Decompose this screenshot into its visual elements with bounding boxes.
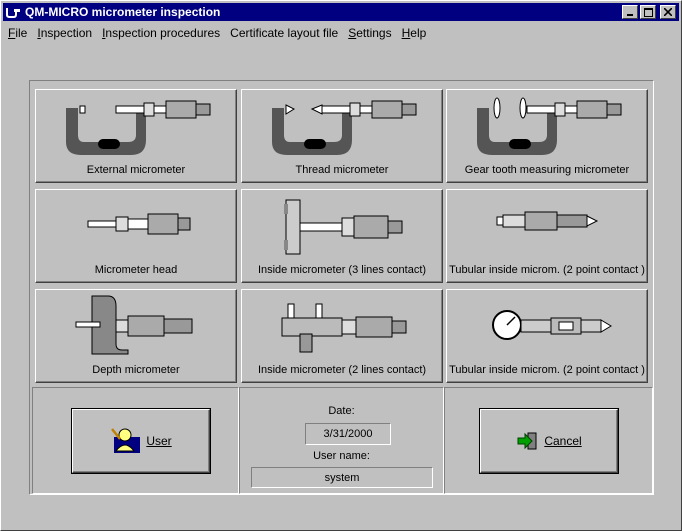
instrument-label: Thread micrometer: [295, 164, 389, 176]
tile-inside-micrometer-3-lines[interactable]: Inside micrometer (3 lines contact): [241, 189, 443, 283]
menu-file[interactable]: File: [3, 26, 32, 40]
thread-micrometer-icon: [272, 100, 417, 155]
window-title: QM-MICRO micrometer inspection: [25, 5, 221, 19]
instrument-label: External micrometer: [86, 164, 186, 176]
instrument-label: Inside micrometer (3 lines contact): [257, 264, 427, 276]
instrument-selection-area: External micrometer Thread micrometer Ge…: [29, 80, 654, 495]
menu-inspection[interactable]: Inspection: [32, 26, 97, 40]
micrometer-head-icon: [87, 213, 191, 235]
cancel-button-label: Cancel: [544, 434, 582, 448]
user-button[interactable]: User: [72, 409, 210, 473]
tile-gear-tooth-micrometer[interactable]: Gear tooth measuring micrometer: [446, 89, 648, 183]
maximize-icon: [643, 7, 653, 17]
micrometer-app-icon: [6, 8, 20, 18]
session-info-panel: Date: 3/31/2000 User name: system: [239, 387, 444, 494]
username-label: User name:: [313, 450, 370, 462]
close-icon: [664, 8, 672, 16]
user-pencil-icon: [111, 428, 141, 453]
menu-bar: File Inspection Inspection procedures Ce…: [3, 23, 679, 42]
cancel-panel: Cancel: [444, 387, 653, 494]
menu-help[interactable]: Help: [397, 26, 432, 40]
close-button[interactable]: [660, 5, 676, 19]
dial-micrometer-icon: [492, 310, 612, 340]
maximize-button[interactable]: [640, 5, 656, 19]
username-field: system: [251, 467, 433, 488]
instrument-label: Tubular inside microm. (2 point contact …: [449, 264, 645, 276]
cancel-button[interactable]: Cancel: [480, 409, 618, 473]
title-bar[interactable]: QM-MICRO micrometer inspection: [3, 3, 679, 21]
tile-depth-micrometer[interactable]: Depth micrometer: [35, 289, 237, 383]
inside-micrometer-3-lines-icon: [284, 199, 403, 255]
instrument-label: Depth micrometer: [92, 364, 180, 376]
tile-tubular-inside-micrometer[interactable]: Tubular inside microm. (2 point contact …: [446, 189, 648, 283]
instrument-label: Tubular inside microm. (2 point contact …: [449, 364, 645, 376]
tile-inside-micrometer-2-lines[interactable]: Inside micrometer (2 lines contact): [241, 289, 443, 383]
menu-inspection-procedures[interactable]: Inspection procedures: [97, 26, 225, 40]
menu-settings[interactable]: Settings: [343, 26, 396, 40]
tubular-inside-micrometer-icon: [496, 211, 599, 231]
minimize-button[interactable]: [622, 5, 638, 19]
user-panel: User: [32, 387, 239, 494]
instrument-label: Micrometer head: [94, 264, 178, 276]
date-field: 3/31/2000: [305, 423, 391, 445]
instrument-label: Inside micrometer (2 lines contact): [257, 364, 427, 376]
date-label: Date:: [328, 405, 355, 417]
depth-micrometer-icon: [75, 295, 193, 355]
minimize-icon: [627, 14, 633, 16]
instrument-label: Gear tooth measuring micrometer: [464, 164, 630, 176]
external-micrometer-icon: [66, 100, 211, 155]
tile-external-micrometer[interactable]: External micrometer: [35, 89, 237, 183]
tile-micrometer-head[interactable]: Micrometer head: [35, 189, 237, 283]
gear-tooth-micrometer-icon: [477, 97, 622, 155]
exit-arrow-icon: [517, 432, 537, 450]
main-window: QM-MICRO micrometer inspection File Insp…: [0, 0, 682, 531]
user-button-label: User: [146, 434, 172, 448]
inside-micrometer-2-lines-icon: [281, 303, 407, 353]
menu-certificate-layout-file[interactable]: Certificate layout file: [225, 26, 343, 40]
tile-thread-micrometer[interactable]: Thread micrometer: [241, 89, 443, 183]
tile-tubular-inside-micrometer-dial[interactable]: Tubular inside microm. (2 point contact …: [446, 289, 648, 383]
